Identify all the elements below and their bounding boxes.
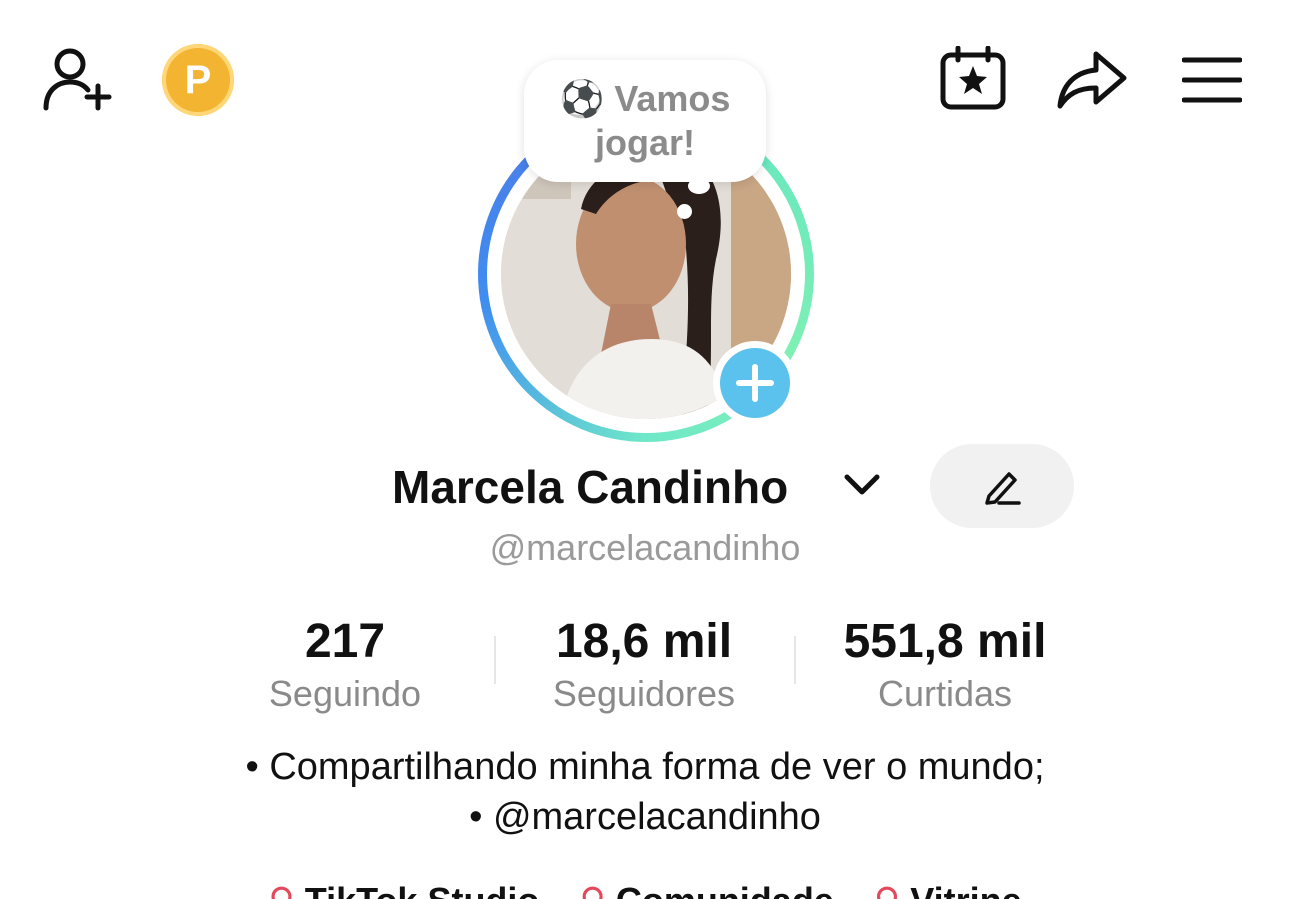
- add-story-button[interactable]: [713, 341, 797, 425]
- chevron-down-icon: [844, 474, 880, 495]
- stat-followers[interactable]: 18,6 mil Seguidores: [494, 614, 794, 716]
- pencil-icon: [985, 472, 1021, 505]
- bubble-tail-dot: [688, 178, 710, 194]
- bio-line: • Compartilhando minha forma de ver o mu…: [245, 746, 1045, 788]
- menu-button[interactable]: [1182, 56, 1242, 104]
- bio-line: • @marcelacandinho: [469, 796, 821, 838]
- status-text-line2: jogar!: [594, 122, 695, 163]
- stat-value: 551,8 mil: [843, 615, 1047, 668]
- points-badge-letter: P: [184, 57, 212, 102]
- add-friend-button[interactable]: [40, 44, 116, 114]
- link-label: TikTok Studio: [305, 880, 540, 899]
- share-button[interactable]: [1056, 50, 1128, 110]
- status-bubble[interactable]: ⚽ Vamos jogar!: [524, 60, 766, 182]
- bubble-tail-dot-small: [677, 204, 692, 219]
- pin-icon: ⚲: [579, 880, 605, 899]
- stat-label: Seguindo: [268, 673, 422, 714]
- calendar-star-icon: [940, 46, 1006, 110]
- pin-icon: ⚲: [874, 880, 900, 899]
- profile-handle: @marcelacandinho: [489, 527, 801, 568]
- soccer-ball-icon: ⚽: [559, 78, 605, 119]
- plus-icon: [736, 364, 774, 402]
- add-story-badge: [720, 348, 790, 418]
- profile-name: Marcela Candinho: [392, 461, 789, 513]
- link-label: Comunidade: [616, 880, 834, 899]
- stat-value: 18,6 mil: [555, 615, 733, 668]
- stat-value: 217: [304, 615, 386, 668]
- link-label: Vitrine: [910, 880, 1021, 899]
- stat-following[interactable]: 217 Seguindo: [195, 614, 495, 716]
- status-bubble-text: ⚽ Vamos jogar!: [560, 77, 731, 165]
- pin-icon: ⚲: [268, 880, 294, 899]
- link-tiktok-studio[interactable]: ⚲ TikTok Studio: [268, 880, 539, 899]
- calendar-button[interactable]: [940, 46, 1006, 110]
- hamburger-menu-icon: [1182, 57, 1242, 103]
- profile-links-row: ⚲ TikTok Studio ⚲ Comunidade ⚲ Vitrine: [0, 880, 1290, 899]
- link-community[interactable]: ⚲ Comunidade: [579, 880, 833, 899]
- status-text-line1: Vamos: [614, 78, 731, 119]
- points-badge[interactable]: P: [162, 44, 234, 116]
- edit-profile-button[interactable]: [930, 444, 1074, 528]
- account-switch-button[interactable]: [842, 470, 882, 500]
- link-showcase[interactable]: ⚲ Vitrine: [874, 880, 1022, 899]
- share-arrow-icon: [1057, 51, 1127, 109]
- stat-likes[interactable]: 551,8 mil Curtidas: [795, 614, 1095, 716]
- person-plus-icon: [43, 48, 112, 111]
- stat-label: Curtidas: [877, 673, 1013, 714]
- stat-label: Seguidores: [552, 673, 736, 714]
